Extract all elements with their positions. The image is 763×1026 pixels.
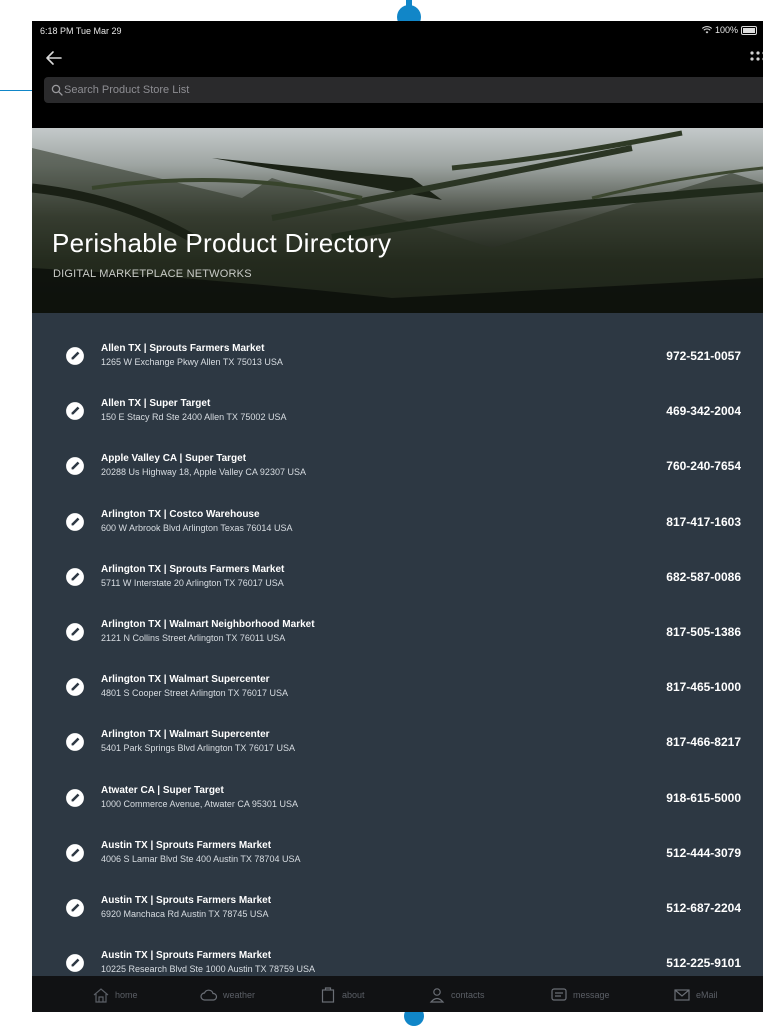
store-row[interactable]: Arlington TX | Walmart Supercenter 5401 P… bbox=[32, 716, 763, 771]
battery-percent: 100% bbox=[714, 25, 738, 35]
store-name: Apple Valley CA | Super Target bbox=[101, 453, 247, 465]
page-title: Perishable Product Directory bbox=[52, 228, 392, 258]
store-row[interactable]: Allen TX | Sprouts Farmers Market 1265 W … bbox=[32, 330, 763, 385]
store-phone[interactable]: 817-505-1386 bbox=[666, 625, 741, 639]
store-address: 5711 W Interstate 20 Arlington TX 76017 … bbox=[101, 577, 284, 588]
mail-icon bbox=[674, 989, 690, 1001]
search-input[interactable] bbox=[64, 77, 744, 103]
grid-menu-icon[interactable] bbox=[749, 50, 763, 64]
tab-message[interactable]: message bbox=[550, 985, 610, 1005]
tab-label: eMail bbox=[696, 990, 718, 1000]
store-address: 2121 N Collins Street Arlington TX 76011… bbox=[101, 633, 286, 643]
store-phone[interactable]: 512-444-3079 bbox=[666, 846, 741, 860]
header-banner: Perishable Product Directory DIGITAL MAR… bbox=[32, 128, 763, 313]
store-name: Arlington TX | Walmart Neighborhood Mark… bbox=[101, 619, 315, 630]
edit-pencil-icon[interactable] bbox=[64, 566, 86, 588]
message-icon bbox=[551, 988, 567, 1001]
device-screen: 6:18 PM Tue Mar 29 100% Search Product S… bbox=[32, 21, 763, 1012]
store-phone[interactable]: 469-342-2004 bbox=[666, 404, 741, 418]
edit-pencil-icon[interactable] bbox=[64, 511, 86, 533]
store-name: Austin TX | Sprouts Farmers Market bbox=[101, 839, 272, 851]
store-name: Arlington TX | Walmart Supercenter bbox=[101, 729, 270, 741]
store-name: Arlington TX | Costco Warehouse bbox=[101, 508, 260, 520]
status-time: 6:18 PM Tue Mar 29 bbox=[40, 26, 122, 36]
store-address: 4801 S Cooper Street Arlington TX 76017 … bbox=[101, 688, 288, 699]
store-address: 6920 Manchaca Rd Austin TX 78745 USA bbox=[101, 909, 269, 919]
store-row[interactable]: Allen TX | Super Target 150 E Stacy Rd St… bbox=[32, 385, 763, 440]
edit-pencil-icon[interactable] bbox=[64, 345, 86, 367]
tab-label: weather bbox=[223, 990, 256, 1000]
store-row[interactable]: Arlington TX | Walmart Neighborhood Mark… bbox=[32, 606, 763, 661]
edit-pencil-icon[interactable] bbox=[64, 952, 86, 974]
store-address: 10225 Research Blvd Ste 1000 Austin TX 7… bbox=[101, 964, 315, 975]
store-phone[interactable]: 682-587-0086 bbox=[666, 570, 741, 584]
store-phone[interactable]: 817-465-1000 bbox=[666, 680, 741, 694]
edit-pencil-icon[interactable] bbox=[64, 400, 86, 422]
search-bar bbox=[44, 77, 763, 103]
store-phone[interactable]: 760-240-7654 bbox=[666, 459, 741, 473]
status-indicators: 100% bbox=[701, 25, 757, 35]
back-arrow-icon[interactable] bbox=[44, 48, 64, 68]
store-row[interactable]: Arlington TX | Costco Warehouse 600 W Arb… bbox=[32, 496, 763, 551]
cloud-icon bbox=[200, 989, 218, 1001]
edit-pencil-icon[interactable] bbox=[64, 455, 86, 477]
tab-home[interactable]: home bbox=[92, 985, 138, 1005]
store-address: 1000 Commerce Avenue, Atwater CA 95301 U… bbox=[101, 798, 298, 809]
store-row[interactable]: Atwater CA | Super Target 1000 Commerce A… bbox=[32, 772, 763, 827]
tab-label: contacts bbox=[451, 990, 485, 1000]
store-row[interactable]: Austin TX | Sprouts Farmers Market 6920 M… bbox=[32, 882, 763, 937]
home-icon bbox=[93, 988, 109, 1003]
store-address: 150 E Stacy Rd Ste 2400 Allen TX 75002 U… bbox=[101, 412, 287, 423]
store-name: Austin TX | Sprouts Farmers Market bbox=[101, 950, 272, 962]
tab-about[interactable]: about bbox=[319, 985, 365, 1005]
store-phone[interactable]: 817-417-1603 bbox=[666, 515, 741, 529]
edit-pencil-icon[interactable] bbox=[64, 897, 86, 919]
palm-leaves-image bbox=[32, 130, 763, 313]
store-row[interactable]: Austin TX | Sprouts Farmers Market 4006 S… bbox=[32, 827, 763, 882]
store-phone[interactable]: 918-615-5000 bbox=[666, 791, 741, 805]
about-icon bbox=[321, 987, 335, 1003]
store-name: Austin TX | Sprouts Farmers Market bbox=[101, 895, 272, 906]
store-row[interactable]: Arlington TX | Sprouts Farmers Market 571… bbox=[32, 551, 763, 606]
store-list: Allen TX | Sprouts Farmers Market 1265 W … bbox=[32, 313, 763, 976]
store-name: Atwater CA | Super Target bbox=[101, 784, 224, 796]
store-phone[interactable]: 512-225-9101 bbox=[666, 956, 741, 970]
edit-pencil-icon[interactable] bbox=[64, 731, 86, 753]
store-name: Arlington TX | Walmart Supercenter bbox=[101, 674, 270, 686]
tab-email[interactable]: eMail bbox=[673, 985, 718, 1005]
navigation-bar bbox=[32, 43, 763, 73]
store-address: 5401 Park Springs Blvd Arlington TX 7601… bbox=[101, 743, 295, 754]
store-phone[interactable]: 972-521-0057 bbox=[666, 349, 741, 363]
status-bar: 6:18 PM Tue Mar 29 100% bbox=[32, 21, 763, 41]
edit-pencil-icon[interactable] bbox=[64, 676, 86, 698]
search-icon bbox=[51, 84, 63, 96]
edit-pencil-icon[interactable] bbox=[64, 842, 86, 864]
bottom-tab-bar: home weather about contacts message eMai… bbox=[32, 976, 763, 1012]
store-name: Arlington TX | Sprouts Farmers Market bbox=[101, 563, 285, 575]
store-address: 4006 S Lamar Blvd Ste 400 Austin TX 7870… bbox=[101, 853, 301, 864]
battery-icon bbox=[741, 25, 757, 35]
store-name: Allen TX | Super Target bbox=[101, 398, 211, 410]
edit-pencil-icon[interactable] bbox=[64, 787, 86, 809]
contacts-icon bbox=[429, 988, 445, 1003]
tab-label: message bbox=[573, 990, 610, 1000]
tab-label: about bbox=[342, 990, 365, 1000]
edit-pencil-icon[interactable] bbox=[64, 621, 86, 643]
tab-contacts[interactable]: contacts bbox=[428, 985, 485, 1005]
store-address: 1265 W Exchange Pkwy Allen TX 75013 USA bbox=[101, 357, 283, 367]
store-address: 600 W Arbrook Blvd Arlington Texas 76014… bbox=[101, 522, 293, 533]
store-phone[interactable]: 512-687-2204 bbox=[666, 901, 741, 915]
wifi-icon bbox=[701, 26, 712, 34]
store-row[interactable]: Arlington TX | Walmart Supercenter 4801 S… bbox=[32, 661, 763, 716]
store-row[interactable]: Apple Valley CA | Super Target 20288 Us H… bbox=[32, 440, 763, 495]
tab-label: home bbox=[115, 990, 138, 1000]
store-name: Allen TX | Sprouts Farmers Market bbox=[101, 343, 265, 354]
store-address: 20288 Us Highway 18, Apple Valley CA 923… bbox=[101, 467, 306, 478]
tab-weather[interactable]: weather bbox=[200, 985, 255, 1005]
store-phone[interactable]: 817-466-8217 bbox=[666, 735, 741, 749]
page-subtitle: DIGITAL MARKETPLACE NETWORKS bbox=[53, 268, 252, 280]
